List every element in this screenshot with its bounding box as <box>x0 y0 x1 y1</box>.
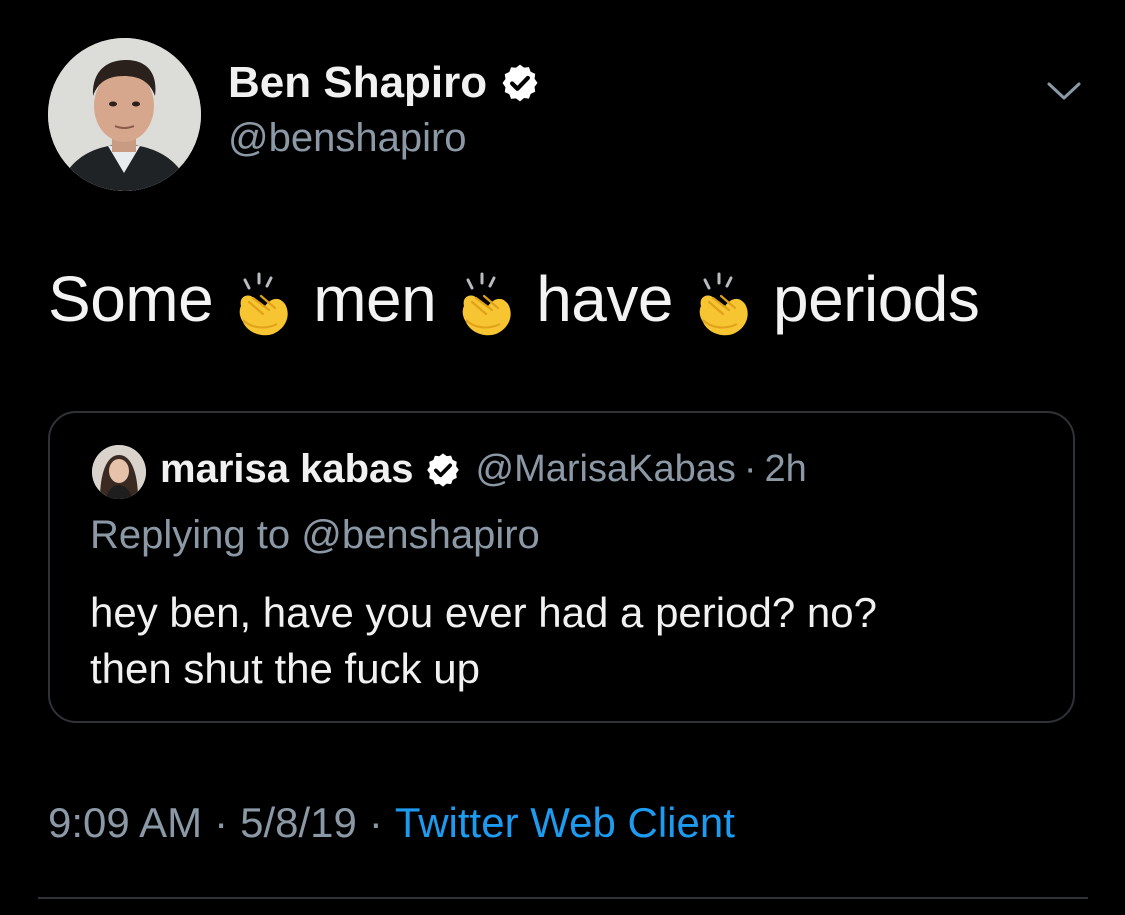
author-avatar[interactable] <box>48 38 201 191</box>
tweet-time[interactable]: 9:09 AM <box>48 799 202 847</box>
meta-separator: · <box>214 799 229 846</box>
meta-separator: · <box>368 799 383 846</box>
quote-body: hey ben, have you ever had a period? no?… <box>90 585 1040 697</box>
avatar-photo <box>48 38 201 191</box>
quote-body-line: then shut the fuck up <box>90 645 480 692</box>
tweet-text: Some men have periods <box>48 262 980 338</box>
quote-separator: · <box>743 448 757 490</box>
tweet-meta: 9:09 AM · 5/8/19 · Twitter Web Client <box>48 799 735 847</box>
author-handle[interactable]: @benshapiro <box>228 116 467 161</box>
verified-badge-icon <box>424 451 462 489</box>
author-name-text[interactable]: Ben Shapiro <box>228 58 487 108</box>
quoted-tweet-card[interactable]: marisa kabas @MarisaKabas · 2h Replying … <box>48 411 1075 723</box>
quote-author-name[interactable]: marisa kabas <box>160 447 414 492</box>
quote-avatar-photo <box>92 445 146 499</box>
divider <box>38 897 1088 899</box>
quote-body-line: hey ben, have you ever had a period? no? <box>90 589 877 636</box>
tweet-date[interactable]: 5/8/19 <box>240 799 357 847</box>
verified-badge-icon <box>499 62 541 104</box>
author-name[interactable]: Ben Shapiro <box>228 58 541 108</box>
tweet-word: periods <box>772 263 980 335</box>
quote-author-handle[interactable]: @MarisaKabas <box>476 448 736 491</box>
tweet-word: Some <box>48 263 214 335</box>
tweet-word: have <box>536 263 673 335</box>
quote-timestamp[interactable]: 2h <box>765 448 807 491</box>
tweet-source-link[interactable]: Twitter Web Client <box>395 799 735 847</box>
quote-avatar[interactable] <box>92 445 146 499</box>
clapping-hands-icon <box>691 268 755 338</box>
quote-header: marisa kabas @MarisaKabas · 2h <box>160 447 807 492</box>
clapping-hands-icon <box>454 268 518 338</box>
tweet-container: Ben Shapiro @benshapiro Some men have pe… <box>0 0 1125 915</box>
chevron-down-icon[interactable] <box>1046 76 1082 106</box>
clapping-hands-icon <box>231 268 295 338</box>
quote-replying-to: Replying to @benshapiro <box>90 513 540 557</box>
tweet-word: men <box>313 263 437 335</box>
